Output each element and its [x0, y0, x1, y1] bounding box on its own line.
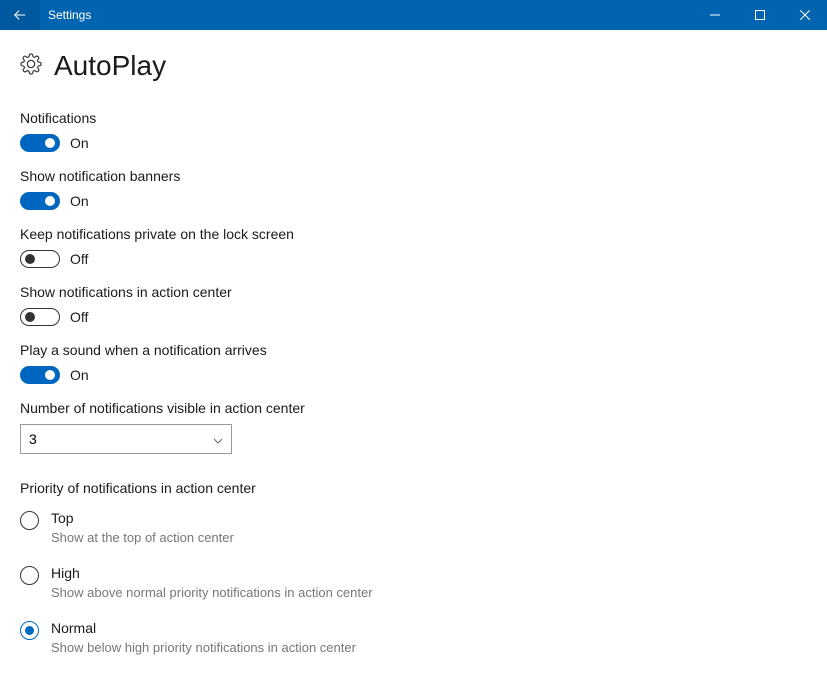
maximize-button[interactable]: [737, 0, 782, 30]
close-button[interactable]: [782, 0, 827, 30]
setting-label: Notifications: [20, 110, 807, 126]
toggle-state: On: [70, 193, 89, 209]
radio-desc: Show at the top of action center: [51, 530, 234, 545]
toggle-state: On: [70, 135, 89, 151]
select-value: 3: [29, 431, 37, 447]
toggle-action-center[interactable]: [20, 308, 60, 326]
setting-private-lock: Keep notifications private on the lock s…: [20, 226, 807, 268]
chevron-down-icon: [213, 431, 223, 447]
window-controls: [692, 0, 827, 30]
toggle-state: On: [70, 367, 89, 383]
toggle-private-lock[interactable]: [20, 250, 60, 268]
content: AutoPlay Notifications On Show notificat…: [0, 30, 827, 695]
priority-heading: Priority of notifications in action cent…: [20, 480, 807, 496]
toggle-sound[interactable]: [20, 366, 60, 384]
back-arrow-icon: [13, 8, 27, 22]
radio-high[interactable]: [20, 566, 39, 585]
priority-option-top[interactable]: Top Show at the top of action center: [20, 510, 807, 545]
radio-desc: Show below high priority notifications i…: [51, 640, 356, 655]
maximize-icon: [755, 10, 765, 20]
minimize-icon: [710, 10, 720, 20]
radio-desc: Show above normal priority notifications…: [51, 585, 373, 600]
radio-label: Normal: [51, 620, 356, 636]
page-header: AutoPlay: [20, 50, 807, 82]
setting-label: Show notification banners: [20, 168, 807, 184]
setting-label: Number of notifications visible in actio…: [20, 400, 807, 416]
setting-sound: Play a sound when a notification arrives…: [20, 342, 807, 384]
toggle-banners[interactable]: [20, 192, 60, 210]
toggle-state: Off: [70, 309, 88, 325]
radio-top[interactable]: [20, 511, 39, 530]
toggle-state: Off: [70, 251, 88, 267]
setting-banners: Show notification banners On: [20, 168, 807, 210]
setting-notifications: Notifications On: [20, 110, 807, 152]
close-icon: [800, 10, 810, 20]
setting-label: Keep notifications private on the lock s…: [20, 226, 807, 242]
setting-count: Number of notifications visible in actio…: [20, 400, 807, 454]
page-title: AutoPlay: [54, 50, 166, 82]
setting-label: Play a sound when a notification arrives: [20, 342, 807, 358]
setting-label: Show notifications in action center: [20, 284, 807, 300]
radio-label: High: [51, 565, 373, 581]
gear-icon: [20, 53, 42, 80]
toggle-notifications[interactable]: [20, 134, 60, 152]
radio-normal[interactable]: [20, 621, 39, 640]
back-button[interactable]: [0, 0, 40, 30]
radio-label: Top: [51, 510, 234, 526]
window-title: Settings: [40, 8, 692, 22]
priority-option-normal[interactable]: Normal Show below high priority notifica…: [20, 620, 807, 655]
notification-count-select[interactable]: 3: [20, 424, 232, 454]
minimize-button[interactable]: [692, 0, 737, 30]
priority-option-high[interactable]: High Show above normal priority notifica…: [20, 565, 807, 600]
setting-action-center: Show notifications in action center Off: [20, 284, 807, 326]
titlebar: Settings: [0, 0, 827, 30]
